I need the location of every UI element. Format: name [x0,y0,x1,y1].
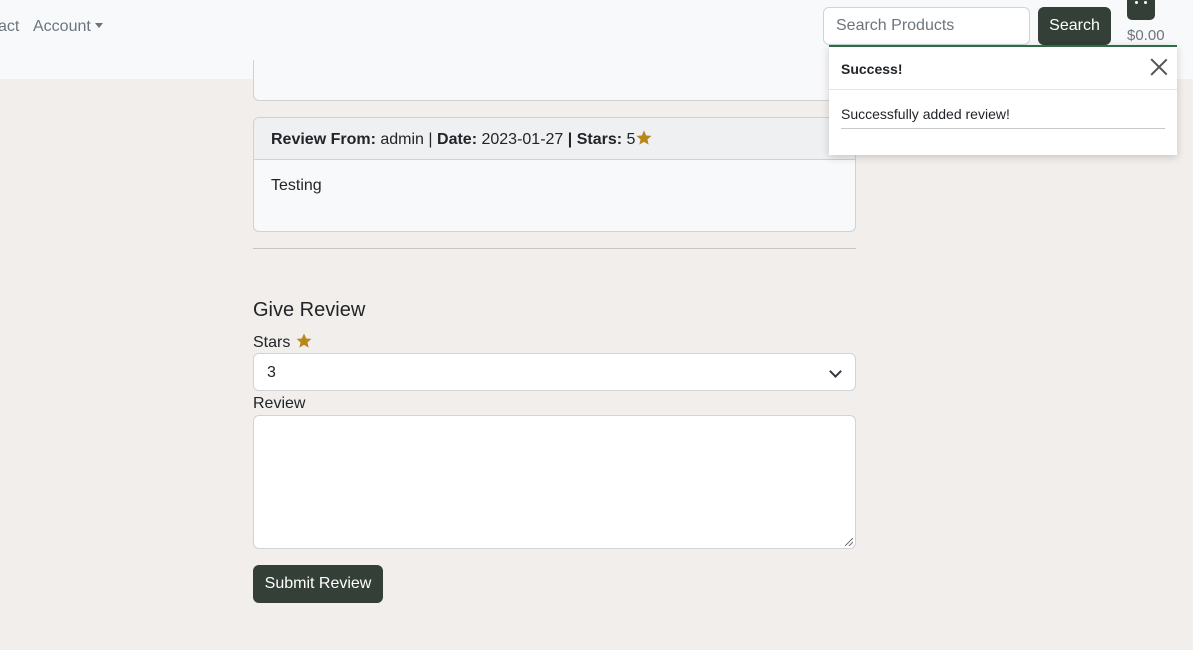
review-date-label: Date: [437,131,478,148]
chevron-down-icon [829,365,842,378]
caret-down-icon [94,23,103,28]
submit-review-button[interactable]: Submit Review [253,565,383,603]
cart-icon[interactable] [1127,0,1155,20]
resize-handle-icon[interactable] [845,538,853,546]
divider [253,248,856,249]
stars-field-label: Stars [253,332,313,352]
nav-account-dropdown[interactable]: Account [33,17,103,37]
success-toast: Success! Successfully added review! [829,45,1177,155]
nav-contact-link[interactable]: act [0,17,19,37]
previous-review-card [253,60,856,101]
review-author: admin [380,131,424,148]
stars-select[interactable]: 3 [253,353,856,391]
separator: | [567,131,573,148]
stars-label-text: Stars [253,334,291,351]
review-body: Testing [271,177,322,194]
give-review-title: Give Review [253,299,366,321]
review-card: Review From: admin | Date: 2023-01-27 | … [253,117,856,232]
review-header: Review From: admin | Date: 2023-01-27 | … [254,118,855,160]
review-date: 2023-01-27 [481,131,564,148]
toast-title: Success! [829,47,1177,90]
review-stars-label: Stars: [576,131,623,148]
search-input[interactable] [823,7,1030,45]
toast-message: Successfully added review! [841,106,1165,129]
separator: | [428,131,433,148]
review-stars-value: 5 [626,131,636,148]
star-icon [296,333,312,348]
review-textarea[interactable] [253,415,856,549]
close-icon[interactable] [1150,58,1168,76]
nav-account-label: Account [33,18,91,35]
search-button[interactable]: Search [1038,7,1111,45]
review-from-label: Review From: [271,131,376,148]
stars-select-value: 3 [267,364,276,381]
star-icon [636,130,652,145]
review-field-label: Review [253,395,306,412]
cart-total: $0.00 [1127,27,1165,44]
